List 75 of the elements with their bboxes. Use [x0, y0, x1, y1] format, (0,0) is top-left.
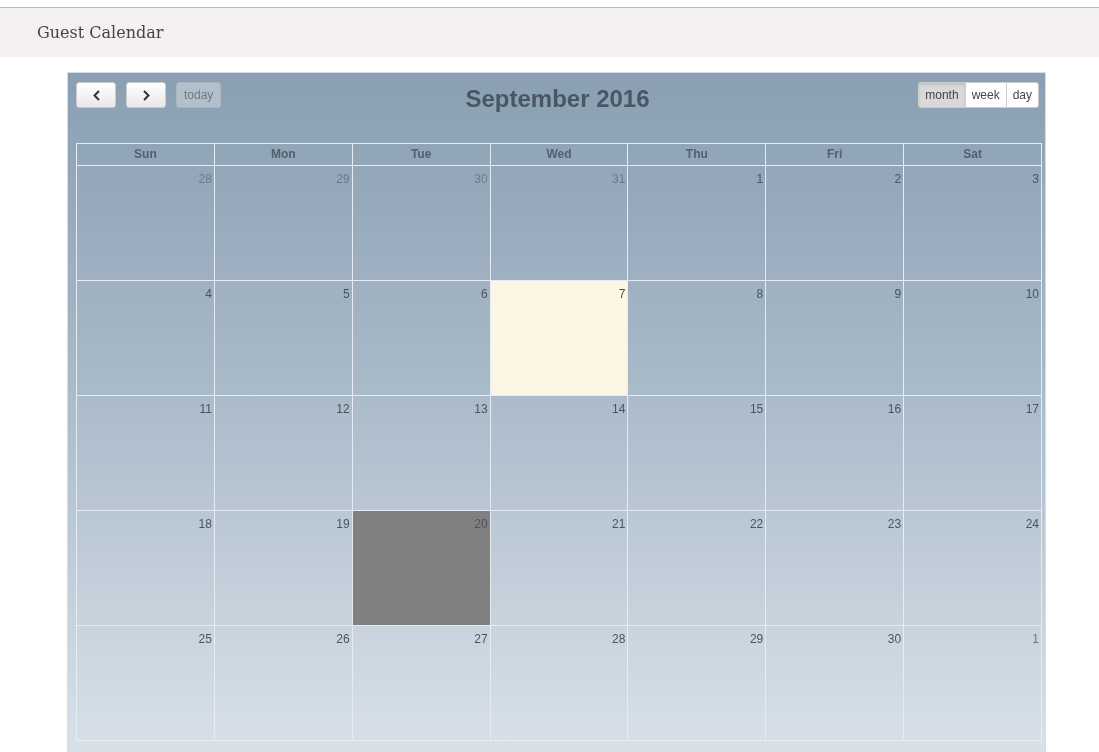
day-number: 24 [1025, 516, 1040, 531]
day-cell[interactable]: 7 [490, 281, 629, 396]
day-cell[interactable]: 1 [628, 166, 767, 281]
day-cell[interactable]: 16 [766, 396, 905, 511]
day-number: 22 [749, 516, 765, 531]
day-number: 14 [612, 401, 627, 416]
day-cell[interactable]: 8 [628, 281, 767, 396]
day-number: 25 [198, 631, 213, 646]
weekday-header: Sun [77, 144, 215, 166]
day-cell[interactable]: 18 [77, 511, 215, 626]
day-cell[interactable]: 28 [490, 626, 629, 741]
day-cell[interactable]: 30 [766, 626, 905, 741]
day-cell[interactable]: 19 [214, 511, 353, 626]
day-number: 8 [756, 286, 765, 301]
day-number: 21 [612, 516, 627, 531]
day-cell[interactable]: 27 [352, 626, 491, 741]
day-number: 12 [336, 401, 351, 416]
day-number: 7 [618, 286, 627, 301]
day-number: 23 [887, 516, 903, 531]
day-cell[interactable]: 26 [214, 626, 353, 741]
day-number: 19 [336, 516, 351, 531]
day-cell[interactable]: 21 [490, 511, 629, 626]
day-number: 16 [887, 401, 903, 416]
day-number: 27 [474, 631, 489, 646]
day-number: 1 [1032, 631, 1040, 646]
day-cell[interactable]: 14 [490, 396, 629, 511]
day-number: 13 [474, 401, 489, 416]
day-number: 4 [205, 286, 213, 301]
day-cell[interactable]: 25 [77, 626, 215, 741]
day-cell[interactable]: 1 [904, 626, 1042, 741]
weekday-header: Tue [352, 144, 491, 166]
day-cell[interactable]: 4 [77, 281, 215, 396]
day-number: 28 [612, 631, 627, 646]
calendar-title: September 2016 [465, 85, 650, 112]
day-cell[interactable]: 10 [904, 281, 1042, 396]
view-button[interactable]: month [918, 82, 966, 108]
weekday-header: Wed [490, 144, 629, 166]
day-cell[interactable]: 6 [352, 281, 491, 396]
chevron-left-icon [92, 89, 100, 101]
day-cell[interactable]: 23 [766, 511, 905, 626]
day-number: 11 [199, 401, 213, 416]
day-number: 10 [1025, 286, 1040, 301]
day-cell[interactable]: 3 [904, 166, 1042, 281]
day-number: 30 [887, 631, 903, 646]
weekday-header: Sat [904, 144, 1042, 166]
day-cell[interactable]: 24 [904, 511, 1042, 626]
day-cell[interactable]: 15 [628, 396, 767, 511]
day-cell[interactable]: 2 [766, 166, 905, 281]
weekday-header: Fri [766, 144, 905, 166]
day-cell[interactable]: 22 [628, 511, 767, 626]
weekday-header: Mon [214, 144, 353, 166]
day-number: 3 [1032, 171, 1040, 186]
day-cell[interactable]: 11 [77, 396, 215, 511]
day-cell[interactable]: 5 [214, 281, 353, 396]
view-button[interactable]: day [1005, 82, 1039, 108]
day-number: 6 [480, 286, 489, 301]
day-cell[interactable]: 29 [628, 626, 767, 741]
weekday-header: Thu [628, 144, 767, 166]
day-cell[interactable]: 9 [766, 281, 905, 396]
day-number: 1 [756, 171, 765, 186]
day-number: 2 [894, 171, 903, 186]
next-button[interactable] [126, 82, 166, 108]
day-number: 29 [749, 631, 765, 646]
day-number: 26 [336, 631, 351, 646]
view-button[interactable]: week [964, 82, 1007, 108]
page-title: Guest Calendar [37, 23, 164, 42]
day-number: 18 [198, 516, 213, 531]
day-cell[interactable]: 17 [904, 396, 1042, 511]
chevron-right-icon [142, 89, 150, 101]
day-cell[interactable]: 12 [214, 396, 353, 511]
day-number: 5 [343, 286, 351, 301]
day-number: 9 [894, 286, 903, 301]
day-number: 15 [749, 401, 765, 416]
day-number: 17 [1025, 401, 1040, 416]
previous-button[interactable] [76, 82, 116, 108]
